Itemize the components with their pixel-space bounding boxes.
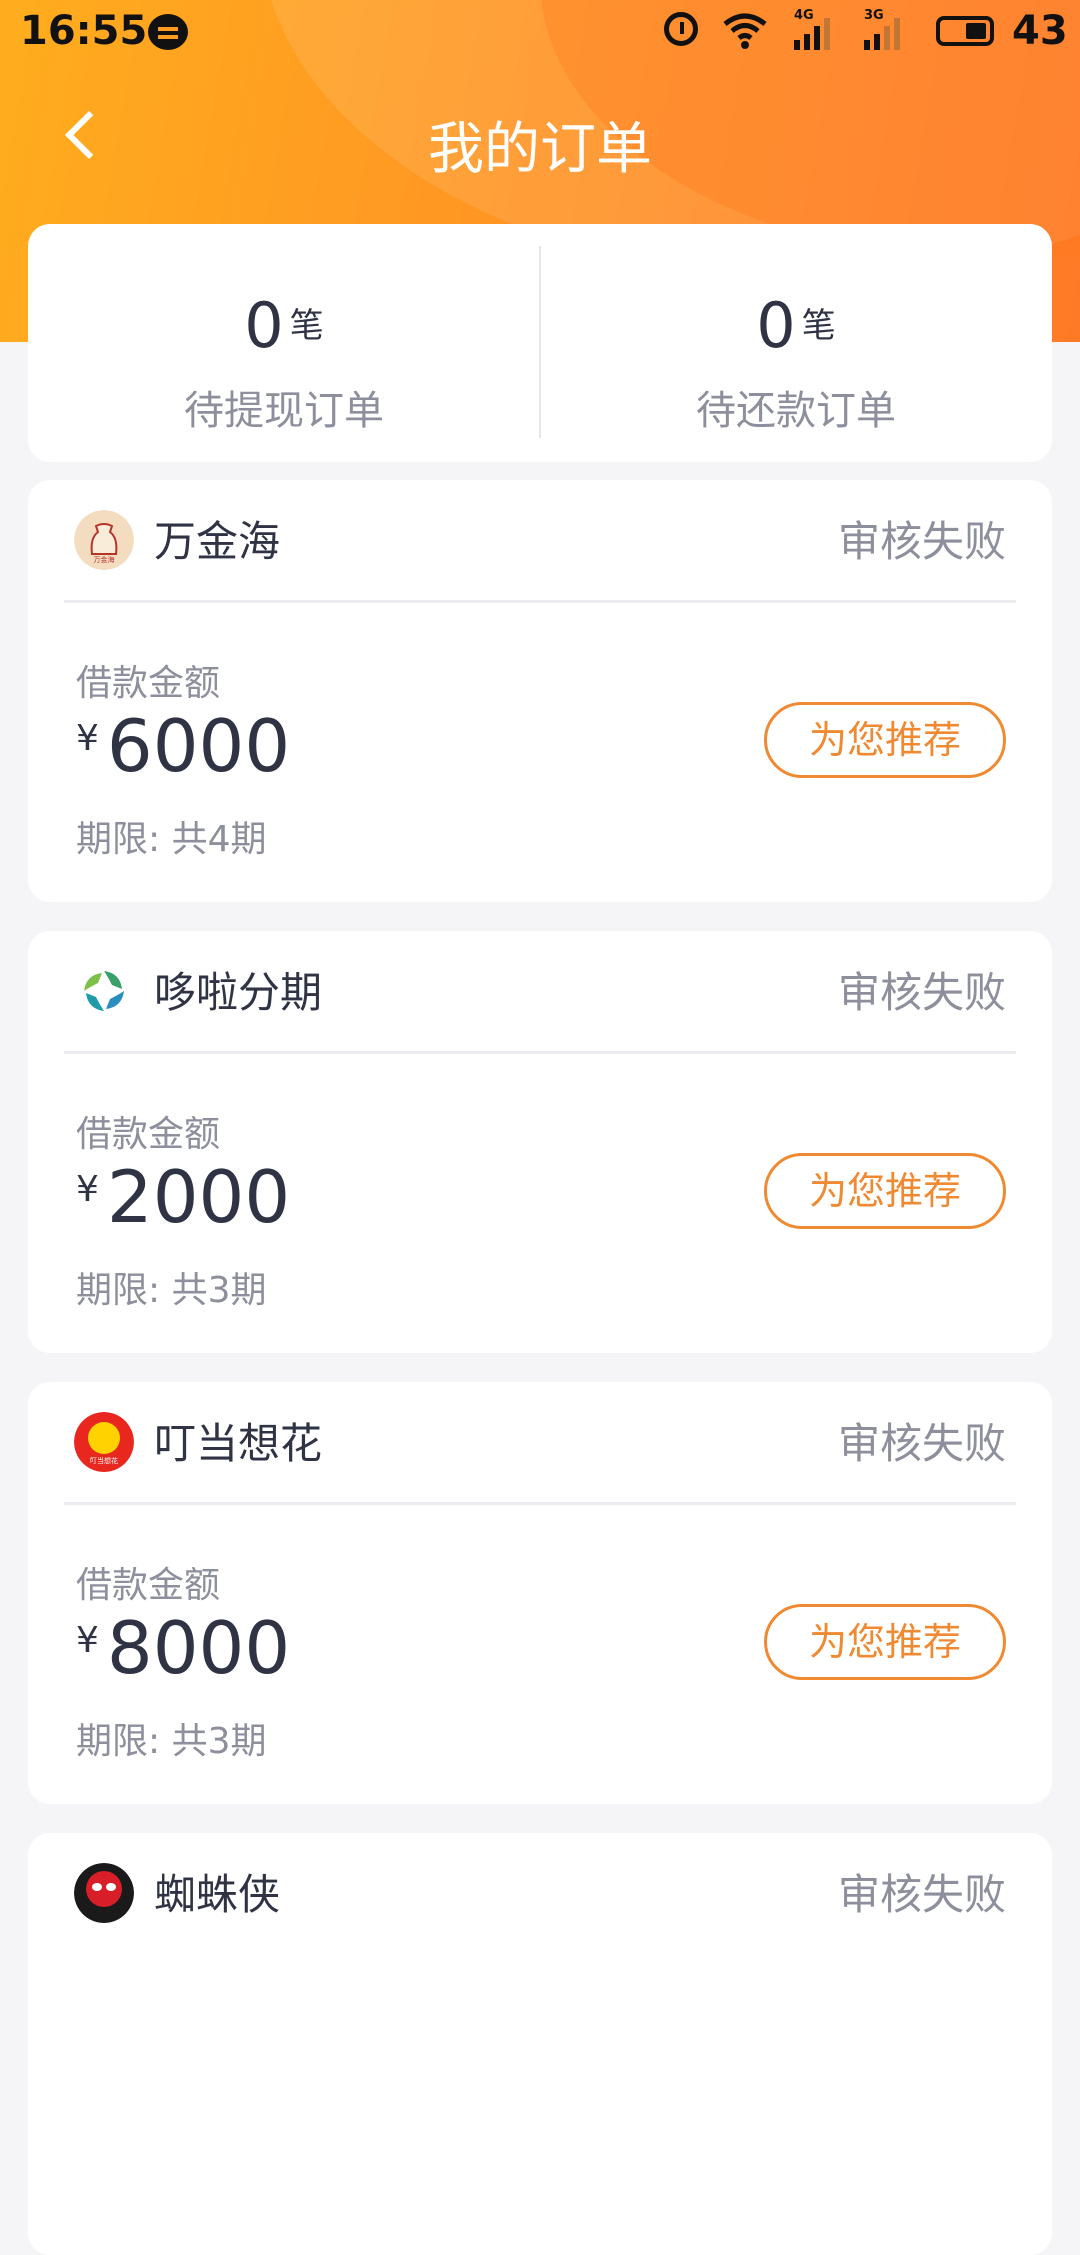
order-status: 审核失败 — [837, 1419, 1006, 1468]
count-unit: 笔 — [801, 306, 836, 346]
battery-icon — [936, 16, 994, 46]
lender-name: 叮当想花 — [154, 1419, 323, 1468]
loan-amount: ¥6000 — [76, 704, 290, 788]
pending-withdraw-summary[interactable]: 0笔 待提现订单 — [28, 224, 540, 462]
recommend-button[interactable]: 为您推荐 — [764, 702, 1006, 778]
pending-repay-summary[interactable]: 0笔 待还款订单 — [540, 224, 1052, 462]
order-status: 审核失败 — [837, 1870, 1006, 1919]
pending-withdraw-count: 0 — [244, 289, 284, 362]
loan-amount-value: 8000 — [106, 1606, 291, 1690]
lender-name: 哆啦分期 — [154, 968, 323, 1017]
order-card[interactable]: 蜘蛛侠 审核失败 — [28, 1833, 1052, 2255]
signal-icon — [864, 14, 900, 50]
loan-amount-value: 6000 — [106, 704, 291, 788]
battery-level: 43 — [1012, 8, 1068, 54]
currency-symbol: ¥ — [76, 1620, 99, 1661]
order-card[interactable]: 叮当想花 叮当想花 审核失败 借款金额 ¥8000 期限: 共3期 为您推荐 — [28, 1382, 1052, 1804]
recommend-button[interactable]: 为您推荐 — [764, 1153, 1006, 1229]
order-status: 审核失败 — [837, 517, 1006, 566]
loan-term: 期限: 共3期 — [76, 1270, 267, 1311]
card-divider — [64, 1502, 1016, 1505]
order-summary-card: 0笔 待提现订单 0笔 待还款订单 — [28, 224, 1052, 462]
pending-repay-label: 待还款订单 — [696, 388, 896, 434]
status-bar: 16:55 4G 3G 43 — [0, 0, 1080, 68]
loan-term: 期限: 共4期 — [76, 819, 267, 860]
svg-text:叮当想花: 叮当想花 — [90, 1456, 118, 1465]
card-divider — [64, 1051, 1016, 1054]
loan-amount-value: 2000 — [106, 1155, 291, 1239]
wifi-icon — [723, 13, 767, 49]
recommend-button[interactable]: 为您推荐 — [764, 1604, 1006, 1680]
signal-icon — [794, 14, 830, 50]
chat-bubble-icon — [148, 14, 188, 50]
alarm-icon — [664, 12, 698, 46]
bell-logo: 叮当想花 — [74, 1412, 134, 1472]
pending-repay-count: 0 — [756, 289, 796, 362]
status-time: 16:55 — [20, 8, 148, 54]
loan-term: 期限: 共3期 — [76, 1721, 267, 1762]
order-card[interactable]: 哆啦分期 审核失败 借款金额 ¥2000 期限: 共3期 为您推荐 — [28, 931, 1052, 1353]
loan-amount-label: 借款金额 — [76, 663, 221, 704]
loan-amount-label: 借款金额 — [76, 1114, 221, 1155]
money-bag-logo: 万金海 — [74, 510, 134, 570]
currency-symbol: ¥ — [76, 1169, 99, 1210]
loan-amount: ¥8000 — [76, 1606, 290, 1690]
order-card[interactable]: 万金海 万金海 审核失败 借款金额 ¥6000 期限: 共4期 为您推荐 — [28, 480, 1052, 902]
svg-text:万金海: 万金海 — [94, 555, 115, 564]
card-divider — [64, 600, 1016, 603]
lender-name: 万金海 — [154, 517, 281, 566]
pending-withdraw-label: 待提现订单 — [184, 388, 384, 434]
currency-symbol: ¥ — [76, 718, 99, 759]
lender-name: 蜘蛛侠 — [154, 1870, 281, 1919]
page-title: 我的订单 — [428, 117, 652, 182]
count-unit: 笔 — [289, 306, 324, 346]
loan-amount-label: 借款金额 — [76, 1565, 221, 1606]
order-status: 审核失败 — [837, 968, 1006, 1017]
loan-amount: ¥2000 — [76, 1155, 290, 1239]
spiderman-logo — [74, 1863, 134, 1923]
spiral-logo — [74, 961, 134, 1021]
